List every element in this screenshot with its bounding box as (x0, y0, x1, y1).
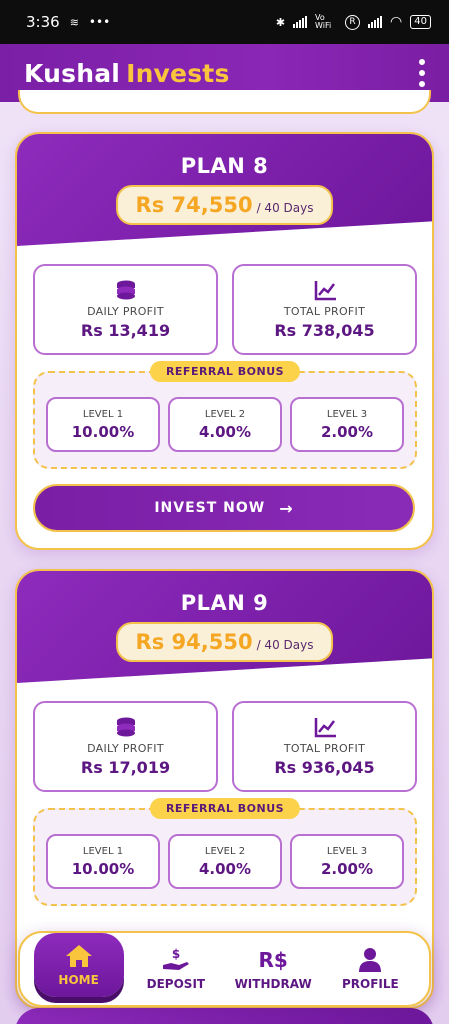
level-2-box: LEVEL 2 4.00% (168, 397, 282, 452)
daily-profit-label: DAILY PROFIT (87, 742, 164, 755)
total-profit-box: TOTAL PROFIT Rs 738,045 (232, 264, 417, 355)
daily-profit-box: DAILY PROFIT Rs 13,419 (33, 264, 218, 355)
nav-label: PROFILE (342, 977, 399, 991)
invest-now-label: INVEST NOW (154, 500, 266, 516)
profile-icon (359, 948, 382, 972)
total-profit-value: Rs 738,045 (274, 321, 375, 340)
level-label: LEVEL 3 (326, 408, 368, 420)
nav-withdraw[interactable]: R$ WITHDRAW (228, 947, 318, 991)
profit-stats: DAILY PROFIT Rs 13,419 TOTAL PROFIT Rs 7… (33, 264, 417, 355)
next-plan-card (15, 1008, 434, 1024)
home-icon (65, 945, 92, 967)
invest-now-button[interactable]: INVEST NOW → (33, 484, 415, 532)
daily-profit-box: DAILY PROFIT Rs 17,019 (33, 701, 218, 792)
wifi-icon: ◠ (390, 14, 403, 30)
vowifi-label: Vo WiFi (315, 13, 332, 30)
daily-profit-value: Rs 17,019 (80, 758, 171, 777)
referral-bonus-label: REFERRAL BONUS (149, 798, 301, 819)
signal-icon (293, 16, 308, 28)
profit-stats: DAILY PROFIT Rs 17,019 TOTAL PROFIT Rs 9… (33, 701, 417, 792)
total-profit-label: TOTAL PROFIT (283, 305, 366, 318)
level-label: LEVEL 3 (326, 845, 368, 857)
daily-profit-label: DAILY PROFIT (87, 305, 164, 318)
more-dots-icon: ••• (88, 15, 111, 29)
nav-label: HOME (58, 973, 99, 987)
daily-profit-value: Rs 13,419 (80, 321, 171, 340)
kebab-menu-icon[interactable] (419, 59, 425, 87)
level-label: LEVEL 1 (82, 408, 124, 420)
price-badge: Rs 94,550 / 40 Days (115, 622, 334, 662)
chart-line-icon (314, 281, 336, 301)
chart-line-icon (314, 718, 336, 738)
level-label: LEVEL 2 (204, 408, 246, 420)
referral-bonus-label: REFERRAL BONUS (149, 361, 301, 382)
coins-icon (116, 717, 135, 737)
sim-badge-icon: R (345, 14, 361, 30)
nav-label: WITHDRAW (234, 977, 312, 991)
nav-home[interactable]: HOME (33, 933, 124, 997)
bluetooth-icon: ✱ (275, 15, 286, 29)
level-1-box: LEVEL 1 10.00% (46, 834, 160, 889)
price-badge: Rs 74,550 / 40 Days (115, 185, 334, 225)
plan-price: Rs 74,550 (135, 193, 253, 217)
bottom-nav: HOME $ DEPOSIT R$ WITHDRAW PROFILE (18, 931, 431, 1007)
level-3-box: LEVEL 3 2.00% (290, 397, 404, 452)
rupee-icon: R$ (258, 948, 288, 972)
svg-text:$: $ (172, 947, 180, 961)
referral-bonus-box: REFERRAL BONUS LEVEL 1 10.00% LEVEL 2 4.00… (33, 361, 417, 469)
plan-duration: / 40 Days (256, 201, 314, 215)
referral-bonus-box: REFERRAL BONUS LEVEL 1 10.00% LEVEL 2 4.00… (33, 798, 417, 906)
level-2-box: LEVEL 2 4.00% (168, 834, 282, 889)
level-3-box: LEVEL 3 2.00% (290, 834, 404, 889)
deposit-hand-icon: $ (162, 947, 189, 970)
level-label: LEVEL 1 (82, 845, 124, 857)
arrow-right-icon: → (279, 498, 294, 518)
status-bar: 3:36 ≋ ••• ✱ Vo WiFi R ◠ 40 (0, 0, 449, 44)
brand-logo: Kushal Invests (24, 59, 230, 88)
layers-icon: ≋ (69, 15, 79, 29)
nav-deposit[interactable]: $ DEPOSIT (131, 947, 221, 991)
signal-icon-2 (368, 16, 383, 28)
level-value: 2.00% (320, 859, 374, 878)
plan-title: PLAN 8 (180, 154, 269, 178)
status-time: 3:36 (26, 13, 60, 31)
level-value: 10.00% (71, 859, 135, 878)
total-profit-value: Rs 936,045 (274, 758, 375, 777)
level-value: 10.00% (71, 422, 135, 441)
level-1-box: LEVEL 1 10.00% (46, 397, 160, 452)
total-profit-box: TOTAL PROFIT Rs 936,045 (232, 701, 417, 792)
plan-price: Rs 94,550 (135, 630, 253, 654)
nav-profile[interactable]: PROFILE (325, 947, 415, 991)
previous-plan-card (18, 90, 431, 114)
level-label: LEVEL 2 (204, 845, 246, 857)
plan-card: PLAN 8 Rs 74,550 / 40 Days DAILY PROFIT … (15, 132, 434, 550)
plan-duration: / 40 Days (256, 638, 314, 652)
level-value: 4.00% (198, 859, 252, 878)
brand-accent: Invests (126, 58, 230, 88)
battery-icon: 40 (410, 15, 431, 29)
plan-title: PLAN 9 (180, 591, 269, 615)
nav-label: DEPOSIT (146, 977, 206, 991)
total-profit-label: TOTAL PROFIT (283, 742, 366, 755)
brand-primary: Kushal (24, 58, 121, 88)
coins-icon (116, 280, 135, 300)
level-value: 4.00% (198, 422, 252, 441)
level-value: 2.00% (320, 422, 374, 441)
